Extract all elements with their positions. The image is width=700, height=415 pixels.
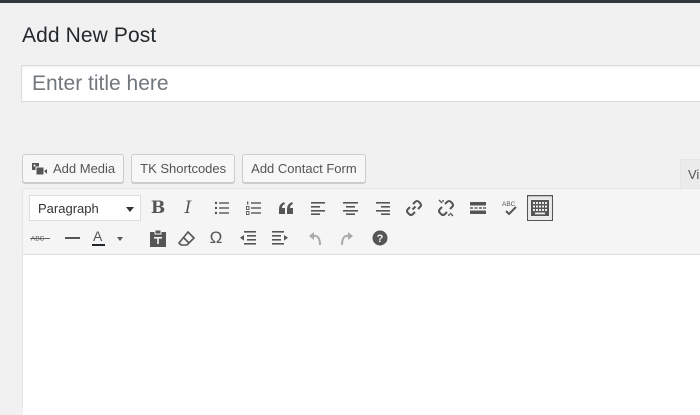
decrease-indent-button[interactable]: [235, 225, 261, 251]
svg-text:?: ?: [377, 233, 384, 245]
unlink-icon: [438, 199, 454, 217]
svg-text:ABC: ABC: [31, 236, 45, 243]
insert-link-button[interactable]: [401, 195, 427, 221]
keyboard-icon: [531, 200, 549, 216]
omega-icon: Ω: [209, 228, 223, 247]
increase-indent-button[interactable]: [267, 225, 293, 251]
horizontal-line-icon: [64, 237, 80, 239]
add-contact-form-label: Add Contact Form: [251, 161, 357, 176]
help-button[interactable]: ?: [367, 225, 393, 251]
add-media-button[interactable]: Add Media: [22, 154, 125, 183]
proofread-button[interactable]: ABC: [497, 195, 523, 221]
strikethrough-icon: ABC: [30, 236, 50, 243]
numbered-list-button[interactable]: [241, 195, 267, 221]
align-right-button[interactable]: [369, 195, 395, 221]
svg-text:A: A: [93, 229, 103, 244]
bold-button[interactable]: B: [145, 195, 171, 221]
bold-icon: B: [150, 198, 166, 218]
toolbar-row-1: Paragraph B I ABC: [23, 193, 700, 223]
align-left-icon: [310, 201, 325, 215]
page-title: Add New Post: [22, 24, 157, 47]
tab-visual[interactable]: Vi: [680, 159, 700, 188]
align-right-icon: [375, 201, 390, 215]
tk-shortcodes-button[interactable]: TK Shortcodes: [131, 154, 236, 183]
undo-icon: [309, 232, 321, 246]
editor-content-area[interactable]: [23, 255, 700, 415]
special-character-button[interactable]: Ω: [203, 225, 229, 251]
align-left-button[interactable]: [305, 195, 331, 221]
admin-top-bar: [0, 0, 700, 3]
numbered-list-icon: [246, 201, 261, 215]
undo-button[interactable]: [303, 225, 329, 251]
redo-button[interactable]: [333, 225, 359, 251]
italic-icon: I: [184, 198, 192, 218]
svg-text:ABC: ABC: [502, 201, 516, 208]
text-color-button[interactable]: A: [87, 225, 127, 251]
align-center-icon: [342, 201, 358, 215]
add-media-label: Add Media: [53, 161, 116, 176]
redo-icon: [341, 232, 353, 246]
read-more-button[interactable]: [465, 195, 491, 221]
chevron-down-icon: [126, 201, 134, 216]
toolbar-row-2: ABC A Ω ?: [23, 223, 700, 253]
indent-icon: [272, 231, 288, 245]
remove-link-button[interactable]: [433, 195, 459, 221]
bulleted-list-icon: [214, 201, 229, 215]
editor-toolbar: Paragraph B I ABC ABC A Ω ?: [23, 189, 700, 255]
toolbar-toggle-button[interactable]: [527, 195, 553, 221]
eraser-icon: [177, 230, 195, 246]
clear-formatting-button[interactable]: [173, 225, 199, 251]
tk-shortcodes-label: TK Shortcodes: [140, 161, 227, 176]
italic-button[interactable]: I: [175, 195, 201, 221]
format-select-value: Paragraph: [38, 200, 99, 216]
outdent-icon: [240, 231, 256, 245]
bulleted-list-button[interactable]: [209, 195, 235, 221]
blockquote-button[interactable]: [273, 195, 299, 221]
clipboard-icon: [150, 229, 166, 247]
link-icon: [406, 200, 422, 216]
spellcheck-icon: ABC: [502, 201, 517, 216]
align-center-button[interactable]: [337, 195, 363, 221]
help-icon: ?: [372, 230, 388, 246]
text-color-icon: A: [92, 229, 123, 246]
add-media-icon: [31, 161, 48, 176]
horizontal-line-button[interactable]: [59, 225, 85, 251]
strikethrough-button[interactable]: ABC: [27, 225, 53, 251]
blockquote-icon: [279, 202, 293, 214]
post-title-input[interactable]: [21, 65, 700, 102]
read-more-icon: [470, 202, 486, 214]
format-select[interactable]: Paragraph: [29, 195, 141, 221]
media-buttons: Add Media TK Shortcodes Add Contact Form: [22, 154, 373, 183]
paste-as-text-button[interactable]: [145, 225, 171, 251]
add-contact-form-button[interactable]: Add Contact Form: [242, 154, 366, 183]
editor: Paragraph B I ABC ABC A Ω ?: [22, 188, 700, 415]
